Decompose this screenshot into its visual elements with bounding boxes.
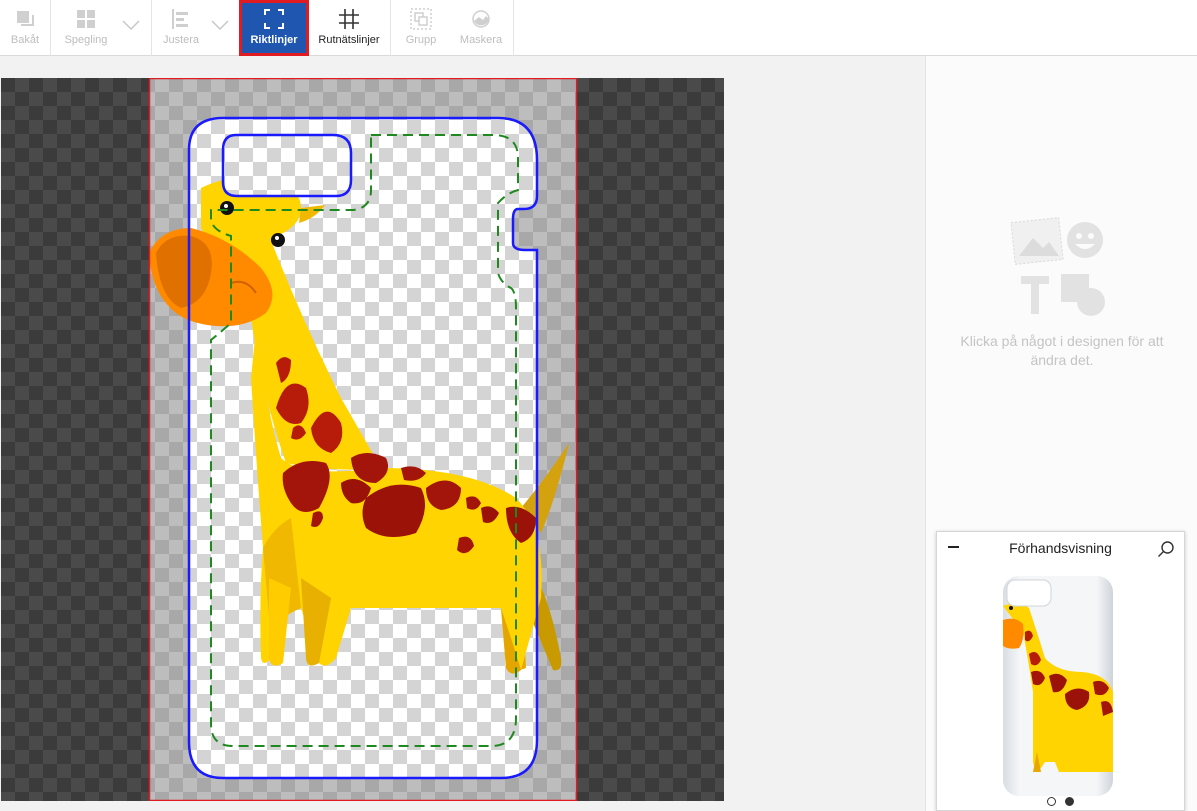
zoom-preview-button[interactable]	[1157, 540, 1175, 561]
chevron-down-icon	[122, 14, 140, 36]
preview-dot-1[interactable]	[1047, 797, 1056, 806]
mask-icon	[471, 8, 491, 30]
mirror-button[interactable]: Spegling	[51, 0, 121, 56]
empty-selection-illustration-icon	[1010, 217, 1105, 316]
align-dropdown-button[interactable]	[207, 0, 233, 56]
design-stage[interactable]	[1, 78, 724, 801]
guidelines-label: Riktlinjer	[250, 34, 298, 46]
search-icon	[1158, 541, 1174, 557]
mask-button[interactable]: Maskera	[451, 0, 511, 56]
group-button[interactable]: Grupp	[393, 0, 449, 56]
empty-selection-hint: Klicka på något i designen för att ändra…	[960, 333, 1164, 368]
toolbar-divider	[390, 0, 391, 56]
camera-cutout	[221, 133, 353, 198]
align-label: Justera	[162, 34, 200, 46]
align-icon	[171, 8, 191, 30]
group-icon	[410, 8, 432, 30]
align-button[interactable]: Justera	[152, 0, 210, 56]
guidelines-button[interactable]: Riktlinjer	[239, 0, 309, 56]
design-canvas-area[interactable]	[0, 56, 925, 811]
send-backward-label: Bakåt	[10, 34, 40, 46]
chevron-down-icon	[211, 14, 229, 36]
mask-label: Maskera	[459, 34, 503, 46]
preview-title: Förhandsvisning	[1009, 540, 1112, 556]
collapse-preview-button[interactable]	[948, 546, 959, 548]
preview-panel: Förhandsvisning	[936, 531, 1185, 811]
guidelines-icon	[264, 8, 284, 30]
send-backward-button[interactable]: Bakåt	[0, 0, 50, 56]
group-label: Grupp	[405, 34, 437, 46]
mirror-dropdown-button[interactable]	[118, 0, 144, 56]
send-backward-icon	[15, 8, 35, 30]
toolbar: Bakåt Spegling Justera Riktlinjer Rutnät…	[0, 0, 1197, 56]
mirror-icon	[76, 8, 96, 30]
preview-pagination	[937, 797, 1184, 806]
toolbar-divider	[513, 0, 514, 56]
mirror-label: Spegling	[64, 34, 108, 46]
preview-dot-2[interactable]	[1065, 797, 1074, 806]
gridlines-button[interactable]: Rutnätslinjer	[311, 0, 387, 56]
phone-case-preview[interactable]	[997, 572, 1127, 802]
grid-icon	[339, 8, 359, 30]
gridlines-label: Rutnätslinjer	[318, 34, 380, 46]
